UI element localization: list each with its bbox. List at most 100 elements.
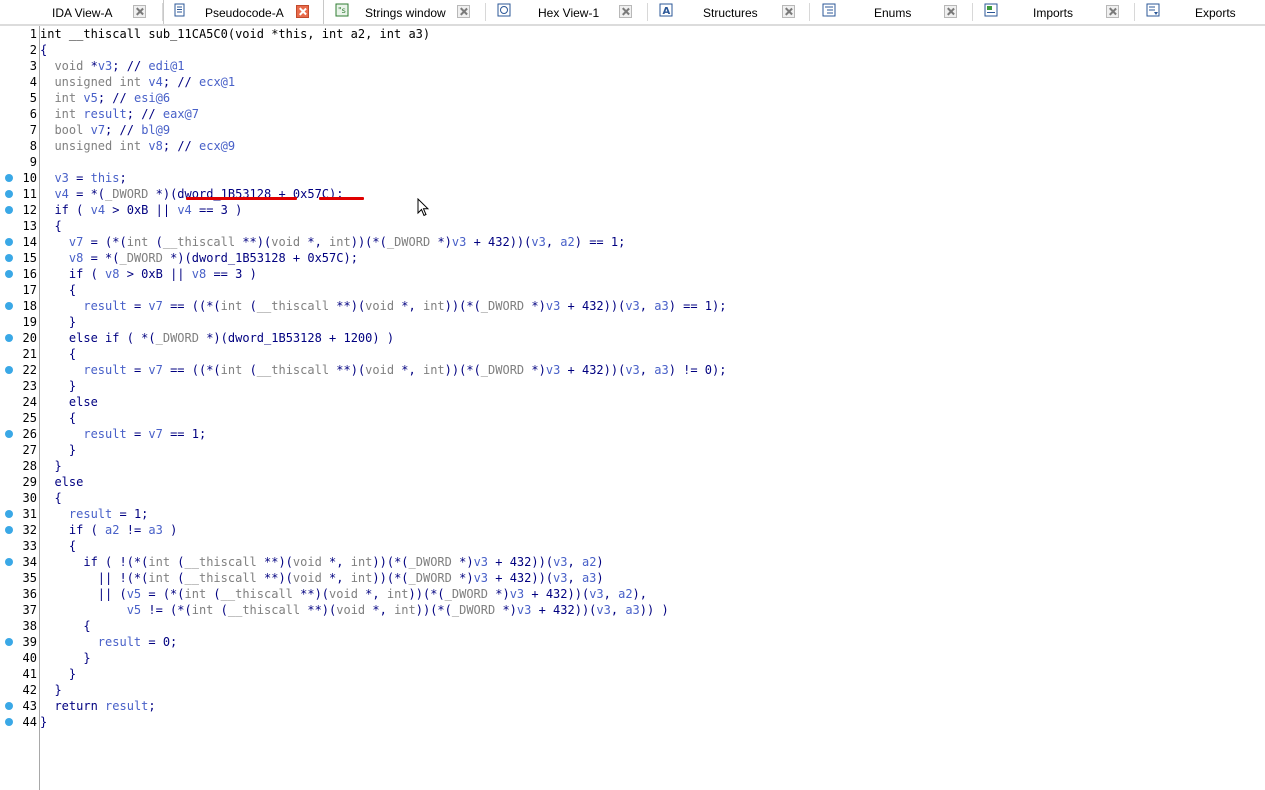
close-icon[interactable] <box>1106 5 1119 18</box>
close-icon[interactable] <box>782 5 795 18</box>
code-line[interactable]: 34 if ( !(*(int (__thiscall **)(void *, … <box>0 554 1265 570</box>
code-line[interactable]: 28 } <box>0 458 1265 474</box>
code-line[interactable]: 18 result = v7 == ((*(int (__thiscall **… <box>0 298 1265 314</box>
tab-imports[interactable]: Imports <box>973 0 1134 24</box>
code-line[interactable]: 30 { <box>0 490 1265 506</box>
code-line[interactable]: 9 <box>0 154 1265 170</box>
code-line[interactable]: 42 } <box>0 682 1265 698</box>
code-text: result = v7 == ((*(int (__thiscall **)(v… <box>83 363 727 377</box>
strings-icon: "s <box>335 3 349 17</box>
code-line[interactable]: 8 unsigned int v8; // ecx@9 <box>0 138 1265 154</box>
code-line[interactable]: 27 } <box>0 442 1265 458</box>
pseudocode-view[interactable]: 1 int __thiscall sub_11CA5C0(void *this, … <box>0 26 1265 730</box>
code-line[interactable]: 39 result = 0; <box>0 634 1265 650</box>
code-line[interactable]: 40 } <box>0 650 1265 666</box>
close-icon[interactable] <box>296 5 309 18</box>
code-line[interactable]: 14 v7 = (*(int (__thiscall **)(void *, i… <box>0 234 1265 250</box>
line-number: 18 <box>22 299 37 313</box>
code-line[interactable]: 22 result = v7 == ((*(int (__thiscall **… <box>0 362 1265 378</box>
code-line[interactable]: 16 if ( v8 > 0xB || v8 == 3 ) <box>0 266 1265 282</box>
code-line[interactable]: 23 } <box>0 378 1265 394</box>
line-number: 22 <box>22 363 37 377</box>
code-line[interactable]: 12 if ( v4 > 0xB || v4 == 3 ) <box>0 202 1265 218</box>
mouse-cursor-icon <box>417 197 430 218</box>
close-icon[interactable] <box>944 5 957 18</box>
tab-structures[interactable]: A Structures <box>648 0 809 24</box>
tab-strings-window[interactable]: "s Strings window <box>325 0 485 24</box>
code-line[interactable]: 21 { <box>0 346 1265 362</box>
code-line[interactable]: 19 } <box>0 314 1265 330</box>
code-line[interactable]: 33 { <box>0 538 1265 554</box>
imports-icon <box>984 3 998 17</box>
code-text: if ( a2 != a3 ) <box>68 523 178 537</box>
code-text: } <box>40 651 91 665</box>
line-number: 41 <box>22 667 37 681</box>
graph-icon <box>8 3 22 17</box>
code-line[interactable]: 44} <box>0 714 1265 730</box>
line-number: 38 <box>22 619 37 633</box>
code-line[interactable]: 43 return result; <box>0 698 1265 714</box>
svg-text:A: A <box>663 6 671 17</box>
line-number: 20 <box>22 331 37 345</box>
code-line[interactable]: 36 || (v5 = (*(int (__thiscall **)(void … <box>0 586 1265 602</box>
close-icon[interactable] <box>619 5 632 18</box>
close-icon[interactable] <box>457 5 470 18</box>
code-line[interactable]: 10 v3 = this; <box>0 170 1265 186</box>
tab-hex-view-1[interactable]: Hex View-1 <box>486 0 647 24</box>
svg-text:"s: "s <box>338 6 346 15</box>
code-line[interactable]: 41 } <box>0 666 1265 682</box>
code-line[interactable]: 2{ <box>0 42 1265 58</box>
code-text: v8 = *(_DWORD *)(dword_1B53128 + 0x57C); <box>68 251 358 265</box>
code-line[interactable]: 7 bool v7; // bl@9 <box>0 122 1265 138</box>
code-line[interactable]: 20 else if ( *(_DWORD *)(dword_1B53128 +… <box>0 330 1265 346</box>
line-number: 40 <box>22 651 37 665</box>
line-number: 1 <box>29 27 37 41</box>
tab-pseudocode-a[interactable]: Pseudocode-A <box>163 0 324 24</box>
code-line[interactable]: 13 { <box>0 218 1265 234</box>
tab-exports[interactable]: Exports <box>1135 0 1265 24</box>
code-text: { <box>40 219 62 233</box>
line-number: 17 <box>22 283 37 297</box>
enums-icon <box>822 3 836 17</box>
code-line[interactable]: 3 void *v3; // edi@1 <box>0 58 1265 74</box>
tab-bar: IDA View-A Pseudocode-A "s Strings windo… <box>0 0 1265 26</box>
code-line[interactable]: 31 result = 1; <box>0 506 1265 522</box>
code-line[interactable]: 29 else <box>0 474 1265 490</box>
line-number: 35 <box>22 571 37 585</box>
code-line[interactable]: 17 { <box>0 282 1265 298</box>
close-icon[interactable] <box>133 5 146 18</box>
line-number: 44 <box>22 715 37 729</box>
code-line[interactable]: 37 v5 != (*(int (__thiscall **)(void *, … <box>0 602 1265 618</box>
line-number: 7 <box>29 123 37 137</box>
document-icon <box>173 3 187 17</box>
tab-label: Imports <box>1033 6 1074 20</box>
line-number: 2 <box>29 43 37 57</box>
code-line[interactable]: 5 int v5; // esi@6 <box>0 90 1265 106</box>
code-line[interactable]: 6 int result; // eax@7 <box>0 106 1265 122</box>
line-number: 27 <box>22 443 37 457</box>
code-line[interactable]: 4 unsigned int v4; // ecx@1 <box>0 74 1265 90</box>
code-line[interactable]: 35 || !(*(int (__thiscall **)(void *, in… <box>0 570 1265 586</box>
code-text: if ( v8 > 0xB || v8 == 3 ) <box>68 267 257 281</box>
tab-label: Hex View-1 <box>538 6 600 20</box>
line-number: 21 <box>22 347 37 361</box>
code-line[interactable]: 38 { <box>0 618 1265 634</box>
tab-ida-view-a[interactable]: IDA View-A <box>0 0 162 24</box>
code-line[interactable]: 26 result = v7 == 1; <box>0 426 1265 442</box>
line-number: 39 <box>22 635 37 649</box>
line-number: 23 <box>22 379 37 393</box>
code-line[interactable]: 15 v8 = *(_DWORD *)(dword_1B53128 + 0x57… <box>0 250 1265 266</box>
code-line[interactable]: 32 if ( a2 != a3 ) <box>0 522 1265 538</box>
tab-enums[interactable]: Enums <box>810 0 972 24</box>
code-text: || !(*(int (__thiscall **)(void *, int))… <box>40 571 604 585</box>
code-text: } <box>40 459 62 473</box>
code-line[interactable]: 1 int __thiscall sub_11CA5C0(void *this, … <box>0 26 1265 42</box>
line-number: 10 <box>22 171 37 185</box>
code-line[interactable]: 25 { <box>0 410 1265 426</box>
line-number: 6 <box>29 107 37 121</box>
code-text: } <box>40 683 62 697</box>
code-line[interactable]: 24 else <box>0 394 1265 410</box>
code-text: } <box>40 379 77 393</box>
line-number: 11 <box>22 187 37 201</box>
code-text: int result; // eax@7 <box>54 107 199 121</box>
